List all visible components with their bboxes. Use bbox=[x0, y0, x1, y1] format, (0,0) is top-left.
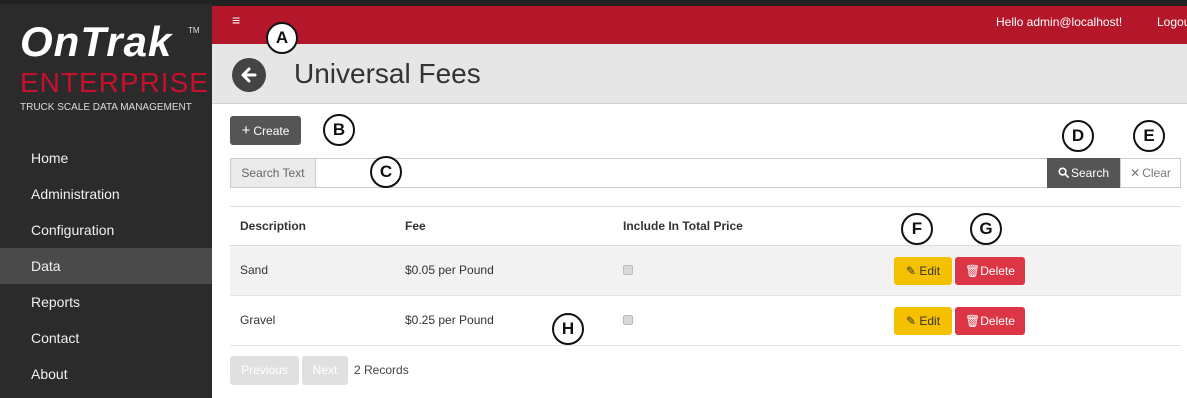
callout-a: A bbox=[266, 22, 298, 54]
nav-item-data[interactable]: Data bbox=[0, 248, 212, 284]
edit-icon: ✎ bbox=[905, 264, 917, 278]
callout-g: G bbox=[970, 213, 1002, 245]
column-header-fee[interactable]: Fee bbox=[405, 219, 426, 233]
search-input[interactable] bbox=[315, 158, 1048, 188]
row-description: Sand bbox=[240, 263, 269, 277]
logo-tagline: TRUCK SCALE DATA MANAGEMENT bbox=[20, 102, 192, 113]
previous-button[interactable]: Previous bbox=[230, 356, 299, 385]
callout-e: E bbox=[1133, 120, 1165, 152]
callout-b: B bbox=[323, 114, 355, 146]
column-header-include[interactable]: Include In Total Price bbox=[623, 219, 743, 233]
edit-button[interactable]: ✎ Edit bbox=[894, 257, 952, 285]
edit-label: Edit bbox=[919, 314, 941, 328]
top-bar: ≡ Hello admin@localhost! Logout bbox=[212, 0, 1187, 44]
sidebar-nav: Home Administration Configuration Data R… bbox=[0, 140, 212, 392]
search-icon bbox=[1058, 167, 1069, 178]
trash-icon: 🗑 bbox=[965, 264, 981, 278]
clear-button[interactable]: ✕ Clear bbox=[1120, 158, 1181, 188]
logout-link[interactable]: Logout bbox=[1157, 15, 1187, 29]
table-header: Description Fee Include In Total Price bbox=[230, 206, 1181, 246]
nav-item-reports[interactable]: Reports bbox=[0, 284, 212, 320]
logo-enterprise: ENTERPRISE bbox=[20, 67, 209, 98]
greeting-text: Hello admin@localhost! bbox=[996, 15, 1123, 29]
delete-button[interactable]: 🗑Delete bbox=[955, 307, 1025, 335]
logo-brand: OnTrak bbox=[20, 18, 173, 65]
include-checkbox bbox=[623, 315, 633, 325]
nav-item-contact[interactable]: Contact bbox=[0, 320, 212, 356]
ontrak-logo[interactable]: OnTrak TM ENTERPRISE TRUCK SCALE DATA MA… bbox=[20, 12, 208, 122]
nav-item-configuration[interactable]: Configuration bbox=[0, 212, 212, 248]
callout-f: F bbox=[901, 213, 933, 245]
close-icon: ✕ bbox=[1130, 166, 1141, 180]
clear-label: Clear bbox=[1142, 166, 1171, 180]
search-button[interactable]: Search bbox=[1047, 158, 1120, 188]
column-header-description[interactable]: Description bbox=[240, 219, 306, 233]
search-text-label: Search Text bbox=[230, 158, 316, 188]
next-button[interactable]: Next bbox=[302, 356, 348, 385]
create-button[interactable]: + Create bbox=[230, 116, 301, 145]
page-title: Universal Fees bbox=[294, 58, 481, 89]
hamburger-menu-icon[interactable]: ≡ bbox=[232, 12, 240, 28]
table-row: Sand $0.05 per Pound ✎ Edit 🗑Delete bbox=[230, 246, 1181, 296]
delete-button[interactable]: 🗑Delete bbox=[955, 257, 1025, 285]
create-label: Create bbox=[253, 124, 290, 138]
delete-label: Delete bbox=[980, 264, 1015, 278]
row-fee: $0.25 per Pound bbox=[405, 313, 494, 327]
logo-tm: TM bbox=[188, 26, 200, 35]
callout-h: H bbox=[552, 313, 584, 345]
row-fee: $0.05 per Pound bbox=[405, 263, 494, 277]
back-arrow-icon[interactable] bbox=[232, 58, 266, 92]
plus-icon: + bbox=[241, 122, 251, 139]
include-checkbox bbox=[623, 265, 633, 275]
edit-icon: ✎ bbox=[905, 314, 917, 328]
page-header: Universal Fees bbox=[212, 44, 1187, 104]
fees-table: Description Fee Include In Total Price S… bbox=[230, 206, 1181, 346]
nav-item-about[interactable]: About bbox=[0, 356, 212, 392]
nav-item-administration[interactable]: Administration bbox=[0, 176, 212, 212]
nav-item-home[interactable]: Home bbox=[0, 140, 212, 176]
trash-icon: 🗑 bbox=[965, 314, 981, 328]
record-count: 2 Records bbox=[354, 363, 409, 377]
edit-button[interactable]: ✎ Edit bbox=[894, 307, 952, 335]
search-label: Search bbox=[1070, 166, 1110, 180]
callout-d: D bbox=[1062, 120, 1094, 152]
edit-label: Edit bbox=[919, 264, 941, 278]
delete-label: Delete bbox=[980, 314, 1015, 328]
sidebar: OnTrak TM ENTERPRISE TRUCK SCALE DATA MA… bbox=[0, 0, 212, 398]
table-row: Gravel $0.25 per Pound ✎ Edit 🗑Delete bbox=[230, 296, 1181, 346]
row-description: Gravel bbox=[240, 313, 276, 327]
callout-c: C bbox=[370, 156, 402, 188]
